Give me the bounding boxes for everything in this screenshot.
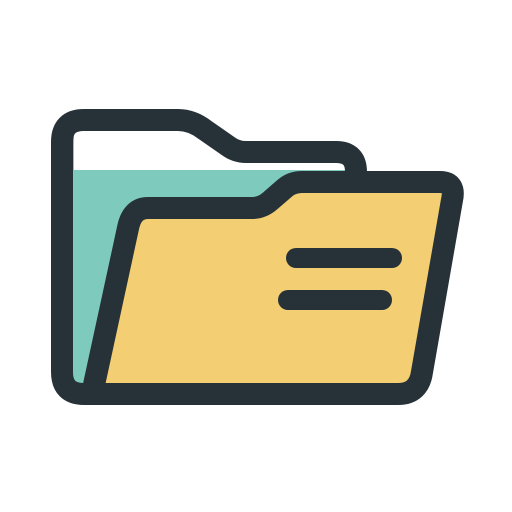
- open-folder-icon: [51, 109, 464, 405]
- folder-front-panel: [81, 171, 464, 405]
- icon-canvas: [0, 0, 512, 512]
